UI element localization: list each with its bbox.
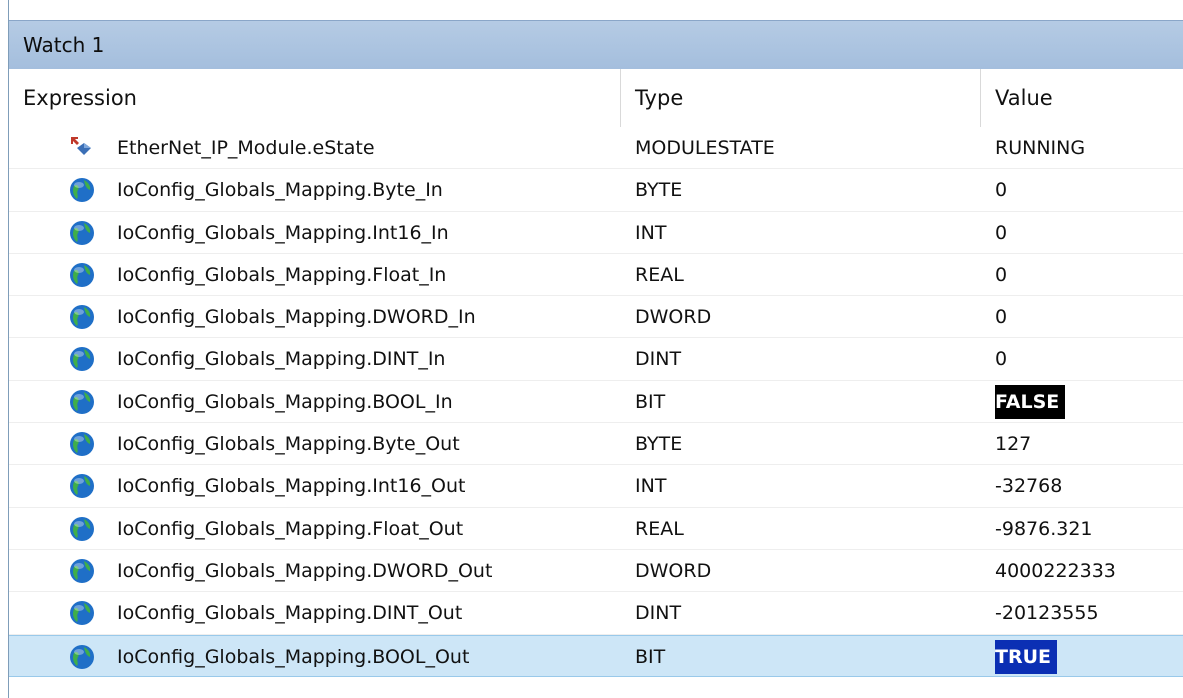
type-cell: DWORD — [635, 559, 712, 582]
expression-cell: IoConfig_Globals_Mapping.Float_In — [117, 263, 447, 286]
watch-row[interactable]: IoConfig_Globals_Mapping.Int16_Out INT -… — [9, 465, 1183, 508]
type-cell: REAL — [635, 517, 684, 540]
expression-cell: IoConfig_Globals_Mapping.DINT_In — [117, 348, 446, 371]
watch-row[interactable]: EtherNet_IP_Module.eState MODULESTATE RU… — [9, 127, 1183, 170]
globe-variable-icon — [69, 516, 95, 542]
globe-variable-icon — [69, 220, 95, 246]
type-cell: BYTE — [635, 433, 683, 456]
globe-variable-icon — [69, 304, 95, 330]
watch-row[interactable]: IoConfig_Globals_Mapping.DINT_Out DINT -… — [9, 592, 1183, 635]
watch-list: EtherNet_IP_Module.eState MODULESTATE RU… — [9, 127, 1183, 677]
type-cell: DINT — [635, 602, 682, 625]
module-state-icon — [69, 135, 95, 161]
watch-row-selected[interactable]: IoConfig_Globals_Mapping.BOOL_Out BIT TR… — [9, 634, 1183, 678]
watch-row[interactable]: IoConfig_Globals_Mapping.Int16_In INT 0 — [9, 212, 1183, 254]
type-cell: INT — [635, 221, 667, 244]
type-cell: MODULESTATE — [635, 137, 775, 159]
type-cell: DINT — [635, 348, 682, 371]
watch-row[interactable]: IoConfig_Globals_Mapping.Float_Out REAL … — [9, 508, 1183, 550]
globe-variable-icon — [69, 600, 95, 626]
value-cell[interactable]: -9876.321 — [995, 508, 1180, 550]
watch-row[interactable]: IoConfig_Globals_Mapping.Byte_In BYTE 0 — [9, 169, 1183, 212]
expression-cell: IoConfig_Globals_Mapping.DINT_Out — [117, 602, 463, 625]
watch-row[interactable]: IoConfig_Globals_Mapping.DWORD_In DWORD … — [9, 296, 1183, 339]
value-cell[interactable]: 0 — [995, 212, 1180, 254]
globe-variable-icon — [69, 644, 95, 670]
globe-variable-icon — [69, 177, 95, 203]
globe-variable-icon — [69, 473, 95, 499]
value-cell[interactable]: 4000222333 — [995, 550, 1180, 592]
globe-variable-icon — [69, 262, 95, 288]
value-cell[interactable]: 0 — [995, 254, 1180, 296]
globe-variable-icon — [69, 346, 95, 372]
column-header: Expression Type Value — [9, 69, 1183, 127]
value-cell[interactable]: FALSE — [995, 381, 1180, 423]
value-cell[interactable]: 0 — [995, 338, 1180, 380]
globe-variable-icon — [69, 389, 95, 415]
false-value-badge: FALSE — [995, 384, 1066, 419]
value-cell[interactable]: -32768 — [995, 465, 1180, 507]
watch-row[interactable]: IoConfig_Globals_Mapping.DWORD_Out DWORD… — [9, 550, 1183, 593]
column-header-value[interactable]: Value — [981, 69, 1183, 127]
expression-cell: IoConfig_Globals_Mapping.DWORD_In — [117, 306, 476, 329]
watch-titlebar[interactable]: Watch 1 — [9, 20, 1183, 70]
type-cell: REAL — [635, 263, 684, 286]
type-cell: BIT — [635, 645, 666, 668]
type-cell: BIT — [635, 390, 666, 413]
column-header-type[interactable]: Type — [621, 69, 981, 127]
window-title: Watch 1 — [23, 33, 105, 57]
value-cell[interactable]: 0 — [995, 296, 1180, 338]
expression-cell: IoConfig_Globals_Mapping.Int16_Out — [117, 475, 466, 498]
expression-cell: IoConfig_Globals_Mapping.BOOL_In — [117, 390, 453, 413]
expression-cell: IoConfig_Globals_Mapping.Float_Out — [117, 517, 464, 540]
expression-cell: IoConfig_Globals_Mapping.BOOL_Out — [117, 645, 470, 668]
value-cell[interactable]: TRUE — [995, 636, 1180, 678]
expression-cell: EtherNet_IP_Module.eState — [117, 137, 375, 159]
globe-variable-icon — [69, 431, 95, 457]
watch-row[interactable]: IoConfig_Globals_Mapping.Float_In REAL 0 — [9, 254, 1183, 297]
type-cell: INT — [635, 475, 667, 498]
watch-row[interactable]: IoConfig_Globals_Mapping.BOOL_In BIT FAL… — [9, 381, 1183, 424]
globe-variable-icon — [69, 558, 95, 584]
expression-cell: IoConfig_Globals_Mapping.Int16_In — [117, 221, 449, 244]
type-cell: BYTE — [635, 179, 683, 202]
expression-cell: IoConfig_Globals_Mapping.Byte_In — [117, 179, 443, 202]
expression-cell: IoConfig_Globals_Mapping.Byte_Out — [117, 433, 460, 456]
watch-window: Watch 1 Expression Type Value EtherNet_I… — [8, 0, 1183, 698]
column-header-expression[interactable]: Expression — [9, 69, 621, 127]
watch-row[interactable]: IoConfig_Globals_Mapping.DINT_In DINT 0 — [9, 338, 1183, 381]
value-cell[interactable]: 127 — [995, 423, 1180, 465]
value-cell[interactable]: -20123555 — [995, 592, 1180, 634]
watch-row[interactable]: IoConfig_Globals_Mapping.Byte_Out BYTE 1… — [9, 423, 1183, 466]
expression-cell: IoConfig_Globals_Mapping.DWORD_Out — [117, 559, 493, 582]
true-value-badge: TRUE — [995, 639, 1057, 674]
value-cell[interactable]: 0 — [995, 169, 1180, 211]
type-cell: DWORD — [635, 306, 712, 329]
value-cell[interactable]: RUNNING — [995, 127, 1180, 169]
